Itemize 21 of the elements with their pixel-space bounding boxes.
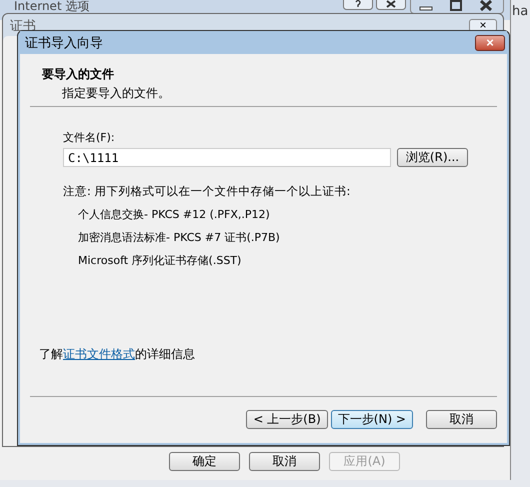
file-name-field[interactable]: C:\1111 xyxy=(63,148,391,167)
page-subtitle: 指定要导入的文件。 xyxy=(61,85,171,102)
note-text: 注意: 用下列格式可以在一个文件中存储一个以上证书: xyxy=(63,184,352,199)
page-heading: 要导入的文件 xyxy=(42,66,115,83)
window-title: Internet 选项 xyxy=(14,0,90,15)
format-item: 个人信息交换- PKCS #12 (.PFX,.P12) xyxy=(77,207,271,222)
wizard-button[interactable]: < 上一步(B) xyxy=(246,410,328,429)
wizard-button[interactable]: 取消 xyxy=(426,410,497,429)
format-item: Microsoft 序列化证书存储(.SST) xyxy=(77,253,242,268)
field-label: 文件名(F): xyxy=(63,130,116,145)
format-link[interactable]: 证书文件格式 xyxy=(63,347,135,361)
browse-button[interactable]: 浏览(R)... xyxy=(397,148,468,167)
format-item: 加密消息语法标准- PKCS #7 证书(.P7B) xyxy=(77,230,281,245)
wizard-button[interactable]: 下一步(N) > xyxy=(330,410,413,429)
info-text: 了解证书文件格式的详细信息 xyxy=(39,346,196,363)
close-icon[interactable] xyxy=(376,0,406,10)
help-icon[interactable] xyxy=(343,0,373,10)
window-title: 证书导入向导 xyxy=(25,34,103,52)
window-title: ha xyxy=(512,4,528,19)
dialog-button[interactable]: 取消 xyxy=(249,452,320,471)
dialog-button[interactable]: 确定 xyxy=(169,452,240,471)
